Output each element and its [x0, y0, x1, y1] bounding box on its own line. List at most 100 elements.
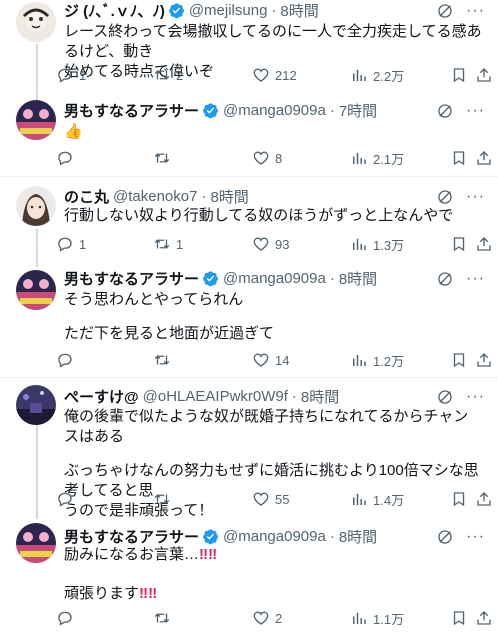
repost-icon [154, 494, 170, 504]
reply-button[interactable] [56, 148, 79, 168]
reply-button[interactable]: 1 [56, 234, 86, 254]
timestamp[interactable]: 7時間 [339, 100, 377, 120]
timestamp[interactable]: 8時間 [339, 526, 377, 546]
reply-button[interactable] [56, 608, 79, 628]
more-icon[interactable]: ··· [466, 188, 484, 206]
avatar[interactable] [16, 385, 56, 425]
like-button[interactable]: 2 [252, 608, 282, 628]
bookmark-button[interactable] [450, 489, 468, 509]
avatar[interactable] [16, 270, 56, 310]
repost-button[interactable]: 2 [153, 65, 183, 85]
repost-count: 1 [176, 236, 184, 252]
separator-dot: · [329, 101, 335, 119]
repost-button[interactable] [153, 148, 176, 168]
text-line: 頑張ります‼‼ [64, 584, 482, 604]
handle[interactable]: @oHLAEAIPwkr0W9f [143, 388, 288, 405]
grok-icon[interactable] [436, 388, 454, 406]
like-button[interactable]: 93 [252, 234, 289, 254]
display-name[interactable]: ジ (ﾉ､ﾞ.ｖﾉ、ﾉ) [64, 0, 165, 20]
handle[interactable]: @takenoko7 [113, 188, 197, 205]
bookmark-button[interactable] [450, 234, 468, 254]
separator-dot: · [329, 269, 335, 287]
display-name[interactable]: 男もすなるアラサー [64, 526, 199, 546]
more-icon[interactable]: ··· [466, 528, 484, 546]
timestamp[interactable]: 8時間 [339, 268, 377, 288]
more-icon[interactable]: ··· [466, 270, 484, 288]
views-icon [353, 612, 366, 624]
views-button[interactable]: 2.1万 [350, 148, 404, 168]
like-button[interactable]: 55 [252, 489, 289, 509]
avatar[interactable] [16, 100, 56, 140]
verified-badge-icon [203, 270, 218, 286]
bookmark-icon [453, 68, 465, 83]
reply-button[interactable]: 1 [56, 65, 86, 85]
share-button[interactable] [475, 234, 493, 254]
action-bar: 1 2 212 2.2万 [56, 65, 491, 85]
share-button[interactable] [475, 148, 493, 168]
reply-button[interactable] [56, 489, 79, 509]
views-icon [353, 493, 366, 505]
share-button[interactable] [475, 608, 493, 628]
display-name[interactable]: ぺーすけ@ [64, 386, 139, 406]
text-segment: 励みになるお言葉… [64, 546, 200, 563]
bookmark-icon [453, 611, 465, 626]
avatar[interactable] [16, 2, 56, 42]
bookmark-button[interactable] [450, 65, 468, 85]
like-button[interactable]: 14 [252, 350, 289, 370]
separator [0, 176, 498, 177]
grok-icon[interactable] [436, 188, 454, 206]
repost-button[interactable] [153, 489, 176, 509]
timestamp[interactable]: 8時間 [301, 386, 339, 406]
bookmark-button[interactable] [450, 350, 468, 370]
handle[interactable]: @manga0909a [223, 528, 326, 545]
share-button[interactable] [475, 489, 493, 509]
grok-icon[interactable] [436, 102, 454, 120]
repost-icon [154, 613, 170, 623]
avatar[interactable] [16, 186, 56, 226]
thread-line [36, 229, 38, 267]
bookmark-button[interactable] [450, 608, 468, 628]
share-button[interactable] [475, 350, 493, 370]
avatar[interactable] [16, 523, 56, 563]
more-icon[interactable]: ··· [466, 388, 484, 406]
views-button[interactable]: 1.2万 [350, 350, 404, 370]
reply-icon [58, 237, 72, 252]
repost-icon [154, 70, 170, 80]
like-icon [253, 68, 269, 82]
display-name[interactable]: のこ丸 [64, 186, 109, 206]
bookmark-button[interactable] [450, 148, 468, 168]
more-icon[interactable]: ··· [466, 2, 484, 20]
repost-icon [154, 239, 170, 249]
display-name[interactable]: 男もすなるアラサー [64, 268, 199, 288]
reply-button[interactable] [56, 350, 79, 370]
like-count: 212 [275, 67, 297, 83]
tweet-header: 男もすなるアラサー @manga0909a · 8時間 [64, 526, 428, 546]
like-count: 93 [275, 236, 290, 252]
share-button[interactable] [475, 65, 493, 85]
share-icon [477, 492, 491, 506]
handle[interactable]: @manga0909a [223, 270, 326, 287]
views-button[interactable]: 1.4万 [350, 489, 404, 509]
timestamp[interactable]: 8時間 [210, 186, 248, 206]
tweet-header: ジ (ﾉ､ﾞ.ｖﾉ、ﾉ) @mejilsung · 8時間 [64, 0, 428, 20]
bookmark-icon [453, 151, 465, 166]
repost-button[interactable] [153, 608, 176, 628]
like-icon [253, 611, 269, 625]
grok-icon[interactable] [436, 528, 454, 546]
timestamp[interactable]: 8時間 [280, 0, 318, 20]
grok-icon[interactable] [436, 270, 454, 288]
views-button[interactable]: 1.3万 [350, 234, 404, 254]
grok-icon[interactable] [436, 2, 454, 20]
views-button[interactable]: 2.2万 [350, 65, 404, 85]
reply-icon [58, 68, 72, 83]
display-name[interactable]: 男もすなるアラサー [64, 100, 199, 120]
repost-button[interactable]: 1 [153, 234, 183, 254]
like-button[interactable]: 8 [252, 148, 282, 168]
handle[interactable]: @manga0909a [223, 102, 326, 119]
text-line: そう思わんとやってられん [64, 291, 244, 308]
like-button[interactable]: 212 [252, 65, 297, 85]
repost-button[interactable] [153, 350, 176, 370]
more-icon[interactable]: ··· [466, 102, 484, 120]
views-button[interactable]: 1.1万 [350, 608, 404, 628]
handle[interactable]: @mejilsung [189, 2, 268, 19]
